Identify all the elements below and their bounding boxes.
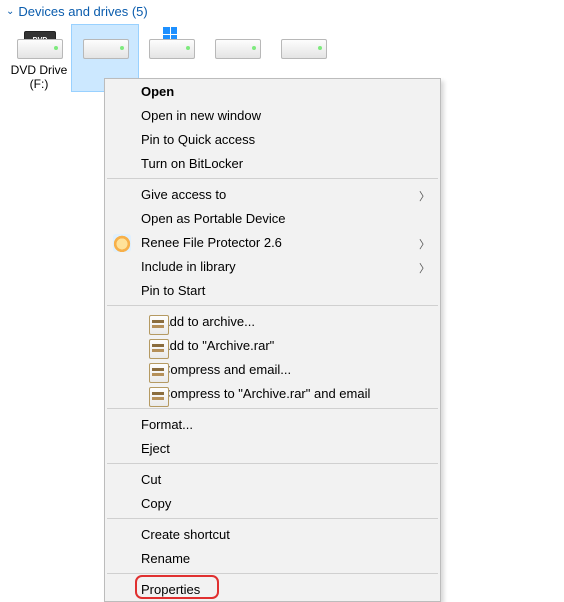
chevron-right-icon: 〉: [419, 236, 430, 252]
menu-rename[interactable]: Rename: [105, 546, 440, 570]
section-title: Devices and drives (5): [18, 4, 147, 19]
menu-pin-to-start[interactable]: Pin to Start: [105, 278, 440, 302]
drive-item-dvd[interactable]: DVD DVD Drive(F:): [6, 25, 72, 91]
winrar-icon: [149, 315, 169, 335]
menu-open-as-portable[interactable]: Open as Portable Device: [105, 206, 440, 230]
menu-compress-and-email[interactable]: Compress and email...: [105, 357, 440, 381]
menu-turn-on-bitlocker[interactable]: Turn on BitLocker: [105, 151, 440, 175]
menu-give-access-to[interactable]: Give access to〉: [105, 182, 440, 206]
menu-separator: [107, 518, 438, 519]
chevron-down-icon: ⌄: [6, 6, 14, 17]
menu-separator: [107, 573, 438, 574]
winrar-icon: [149, 339, 169, 359]
context-menu: Open Open in new window Pin to Quick acc…: [104, 78, 441, 602]
hdd-icon: [281, 31, 325, 59]
menu-include-in-library[interactable]: Include in library〉: [105, 254, 440, 278]
menu-separator: [107, 305, 438, 306]
menu-format[interactable]: Format...: [105, 412, 440, 436]
chevron-right-icon: 〉: [419, 260, 430, 276]
menu-separator: [107, 408, 438, 409]
menu-pin-quick-access[interactable]: Pin to Quick access: [105, 127, 440, 151]
menu-compress-archive-email[interactable]: Compress to "Archive.rar" and email: [105, 381, 440, 405]
section-header-devices[interactable]: ⌄ Devices and drives (5): [0, 0, 564, 23]
menu-copy[interactable]: Copy: [105, 491, 440, 515]
renee-icon: [113, 234, 131, 252]
menu-eject[interactable]: Eject: [105, 436, 440, 460]
dvd-drive-icon: DVD: [17, 31, 61, 59]
menu-open[interactable]: Open: [105, 79, 440, 103]
menu-properties[interactable]: Properties: [105, 577, 440, 601]
menu-renee[interactable]: Renee File Protector 2.6〉: [105, 230, 440, 254]
menu-open-new-window[interactable]: Open in new window: [105, 103, 440, 127]
menu-separator: [107, 178, 438, 179]
winrar-icon: [149, 387, 169, 407]
winrar-icon: [149, 363, 169, 383]
drive-label: DVD Drive(F:): [6, 63, 72, 91]
menu-separator: [107, 463, 438, 464]
menu-create-shortcut[interactable]: Create shortcut: [105, 522, 440, 546]
menu-add-to-archive-rar[interactable]: Add to "Archive.rar": [105, 333, 440, 357]
hdd-icon: [83, 31, 127, 59]
chevron-right-icon: 〉: [419, 188, 430, 204]
hdd-icon: [149, 31, 193, 59]
menu-cut[interactable]: Cut: [105, 467, 440, 491]
menu-add-to-archive[interactable]: Add to archive...: [105, 309, 440, 333]
hdd-icon: [215, 31, 259, 59]
